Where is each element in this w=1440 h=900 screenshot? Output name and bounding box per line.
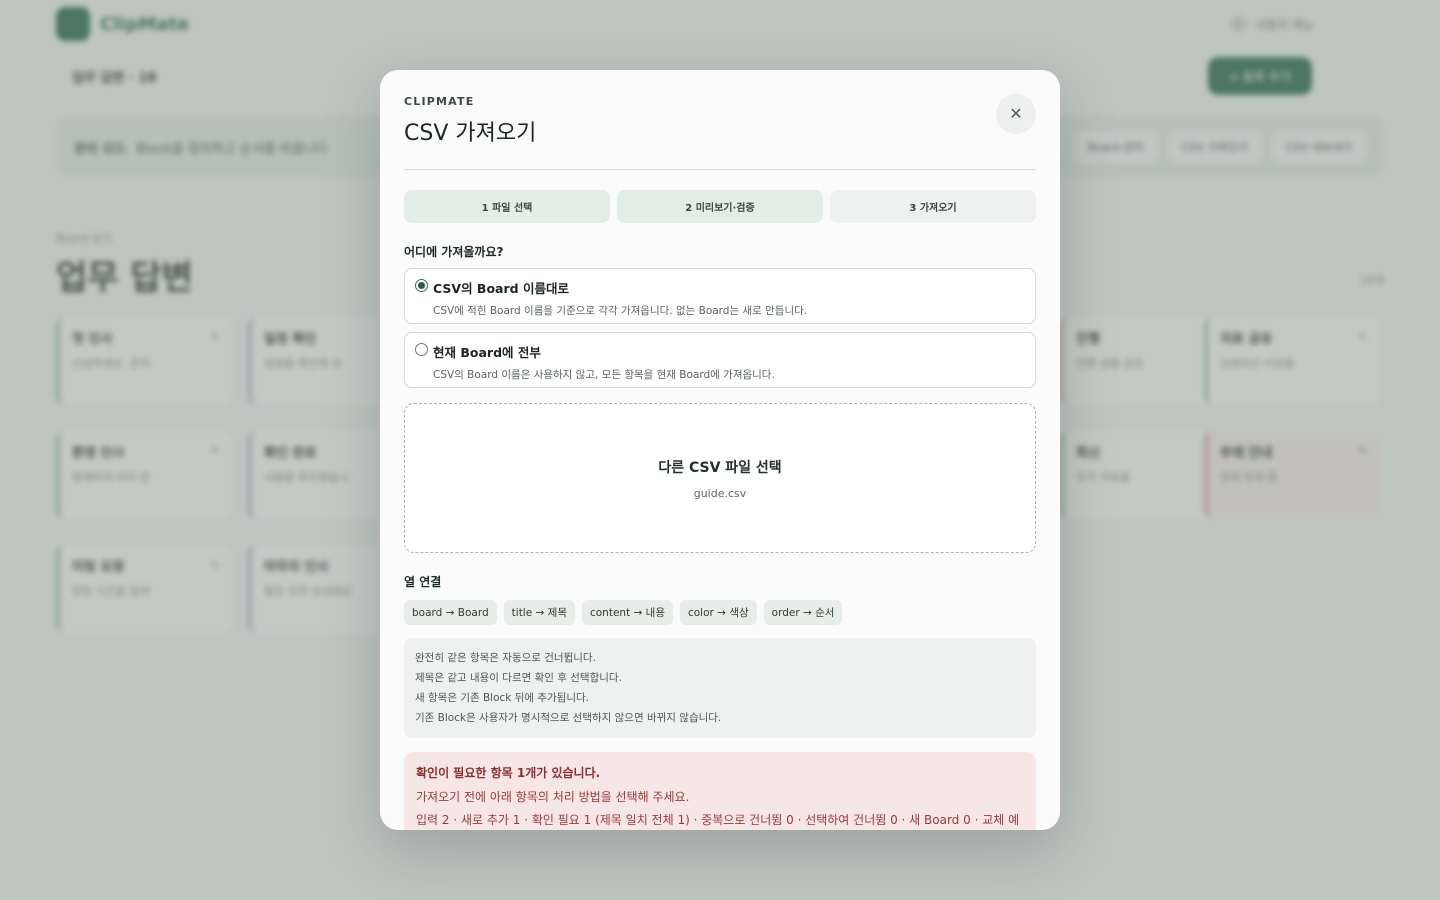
step-file-select: 1 파일 선택 xyxy=(404,190,610,223)
csv-import-dialog: CLIPMATE CSV 가져오기 ✕ 1 파일 선택 2 미리보기·검증 3 … xyxy=(380,70,1060,830)
mapping-chip: content → 내용 xyxy=(581,600,673,625)
step-import: 3 가져오기 xyxy=(830,190,1036,223)
mapping-chip: color → 색상 xyxy=(679,600,757,625)
note-line: 새 항목은 기존 Block 뒤에 추가됩니다. xyxy=(415,692,590,704)
step-indicator: 1 파일 선택 2 미리보기·검증 3 가져오기 xyxy=(404,190,1036,223)
selected-filename: guide.csv xyxy=(693,486,747,500)
radio-unselected[interactable] xyxy=(415,343,428,356)
option-current-board[interactable]: 현재 Board에 전부 CSV의 Board 이름은 사용하지 않고, 모든 … xyxy=(404,332,1036,388)
alert-summary: 입력 2 · 새로 추가 1 · 확인 필요 1 (제목 일치 전체 1) · … xyxy=(416,813,1020,827)
dialog-eyebrow: CLIPMATE xyxy=(404,95,475,108)
option-title: 현재 Board에 전부 xyxy=(433,345,541,360)
column-mapping-label: 열 연결 xyxy=(404,575,442,589)
option-description: CSV의 Board 이름은 사용하지 않고, 모든 항목을 현재 Board에… xyxy=(433,369,775,381)
mapping-chip: title → 제목 xyxy=(503,600,575,625)
review-required-alert: 확인이 필요한 항목 1개가 있습니다. 가져오기 전에 아래 항목의 처리 방… xyxy=(404,752,1036,830)
csv-file-dropzone[interactable]: 다른 CSV 파일 선택 guide.csv xyxy=(404,403,1036,553)
dialog-title: CSV 가져오기 xyxy=(404,121,537,146)
option-description: CSV에 적힌 Board 이름을 기준으로 각각 가져옵니다. 없는 Boar… xyxy=(433,305,808,317)
close-icon: ✕ xyxy=(1009,106,1023,123)
alert-subtitle: 가져오기 전에 아래 항목의 처리 방법을 선택해 주세요. xyxy=(416,790,690,804)
import-rules-notes: 완전히 같은 항목은 자동으로 건너뜁니다. 제목은 같고 내용이 다르면 확인… xyxy=(404,638,1036,738)
step-preview-validate: 2 미리보기·검증 xyxy=(617,190,823,223)
choose-file-label: 다른 CSV 파일 선택 xyxy=(658,459,782,476)
note-line: 완전히 같은 항목은 자동으로 건너뜁니다. xyxy=(415,652,596,664)
mapping-chip: board → Board xyxy=(404,600,497,625)
close-button[interactable]: ✕ xyxy=(996,94,1036,134)
note-line: 제목은 같고 내용이 다르면 확인 후 선택합니다. xyxy=(415,672,622,684)
option-by-csv-board[interactable]: CSV의 Board 이름대로 CSV에 적힌 Board 이름을 기준으로 각… xyxy=(404,268,1036,324)
mapping-chip: order → 순서 xyxy=(763,600,843,625)
destination-label: 어디에 가져올까요? xyxy=(404,245,504,259)
column-mapping-list: board → Board title → 제목 content → 내용 co… xyxy=(404,600,1036,625)
option-title: CSV의 Board 이름대로 xyxy=(433,281,569,296)
alert-title: 확인이 필요한 항목 1개가 있습니다. xyxy=(416,766,601,780)
divider xyxy=(404,169,1036,170)
radio-selected[interactable] xyxy=(415,279,428,292)
note-line: 기존 Block은 사용자가 명시적으로 선택하지 않으면 바뀌지 않습니다. xyxy=(415,712,722,724)
